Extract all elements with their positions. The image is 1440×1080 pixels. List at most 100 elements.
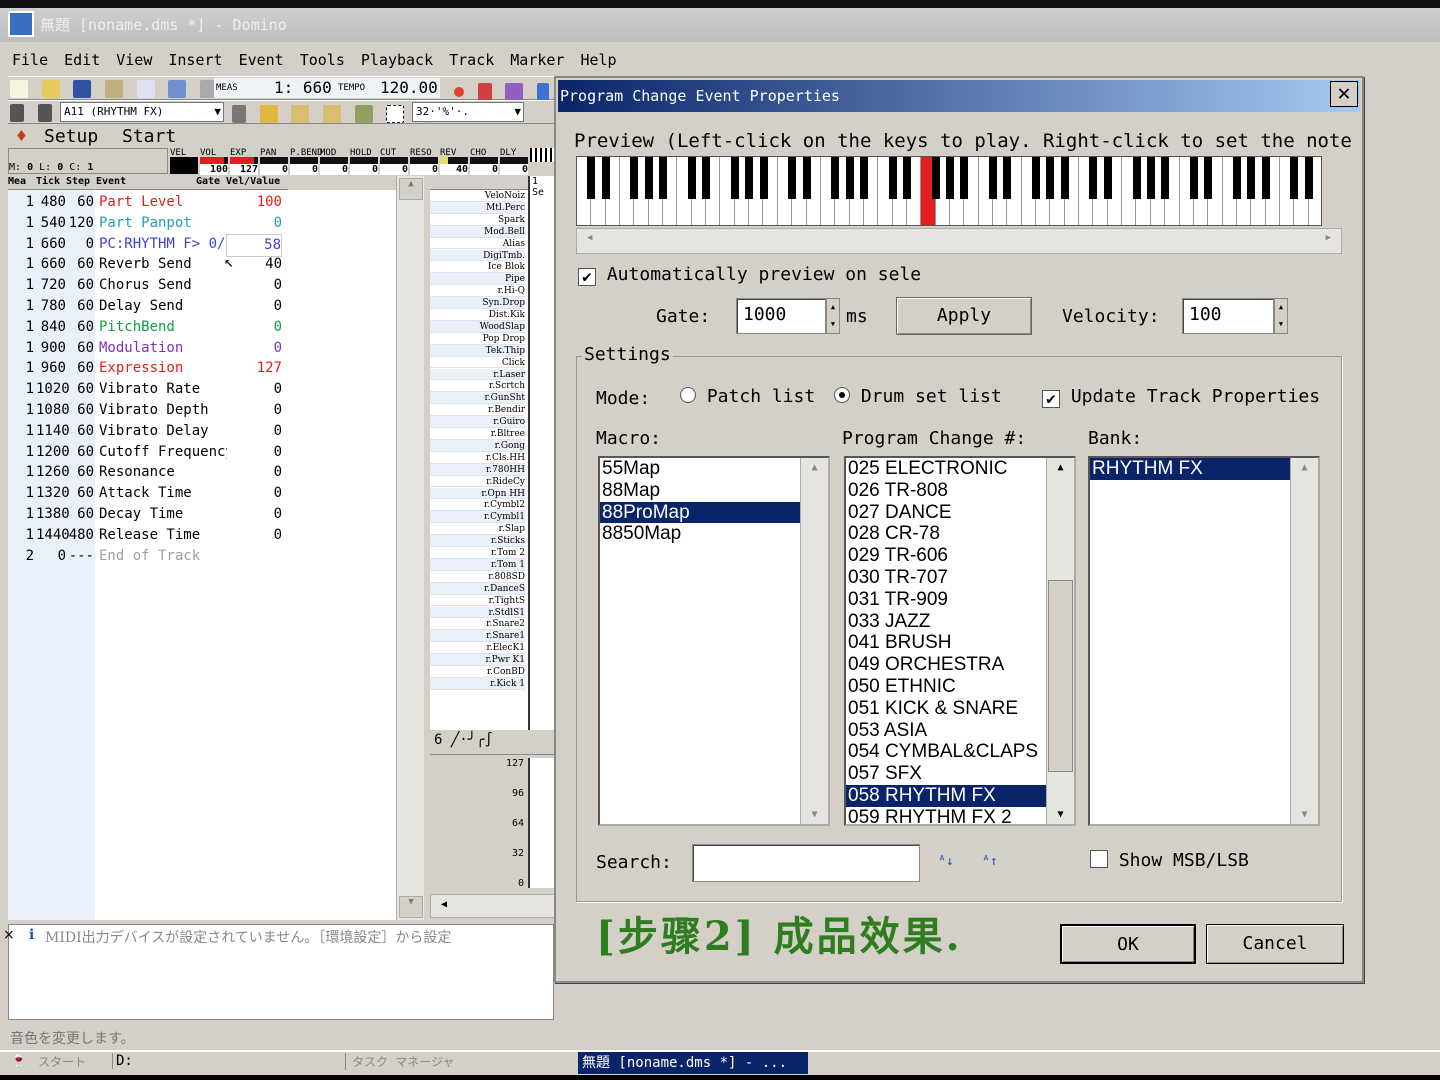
table-row[interactable]: 1 660 60 Reverb Send 40	[8, 254, 396, 275]
tab-start[interactable]: Start	[122, 126, 176, 148]
list-item[interactable]: 057 SFX	[846, 763, 1074, 785]
drum-name[interactable]: r.Guiro	[430, 416, 525, 428]
list-item[interactable]: 033 JAZZ	[846, 611, 1074, 633]
bank-scrollbar[interactable]: ▲ ▼	[1290, 458, 1318, 824]
menu-marker[interactable]: Marker	[510, 51, 564, 69]
drum-name[interactable]: r.TightS	[430, 594, 525, 607]
list-item[interactable]: 8850Map	[600, 523, 828, 545]
search-input[interactable]	[692, 844, 920, 882]
cancel-button[interactable]: Cancel	[1206, 924, 1344, 964]
bank-list[interactable]: RHYTHM FX	[1088, 456, 1320, 826]
drum-name[interactable]: r.Tom 2	[430, 547, 525, 559]
list-item[interactable]: 88ProMap	[600, 501, 828, 524]
radio-drum-set-list[interactable]: Drum set list	[834, 386, 1002, 407]
black-key[interactable]	[759, 157, 768, 199]
black-key[interactable]	[745, 157, 754, 199]
drum-name[interactable]: Click	[430, 356, 525, 369]
ok-button[interactable]: OK	[1060, 924, 1196, 964]
black-key[interactable]	[802, 157, 811, 199]
drum-name[interactable]: r.Bendir	[430, 404, 525, 417]
drum-name[interactable]: r.DanceS	[430, 582, 525, 595]
list-item[interactable]: 049 ORCHESTRA	[846, 654, 1074, 676]
start-button[interactable]: スタート	[38, 1053, 86, 1070]
drum-name[interactable]: r.780HH	[430, 463, 525, 476]
track-properties-icon[interactable]	[232, 105, 246, 123]
drum-name[interactable]: r.Gong	[430, 439, 525, 452]
black-key[interactable]	[1060, 157, 1069, 199]
table-row[interactable]: 2 0 --- End of Track	[8, 546, 396, 567]
black-key[interactable]	[730, 157, 739, 199]
undo-icon[interactable]	[168, 80, 187, 98]
search-next-icon[interactable]: ᴬ↓	[938, 854, 954, 869]
table-row[interactable]: 1 1380 60 Decay Time 0	[8, 504, 396, 525]
drum-name[interactable]: r.GunSht	[430, 392, 525, 405]
scroll-up-button[interactable]: ▲	[399, 178, 423, 200]
black-key[interactable]	[946, 157, 954, 199]
curve-tools-icon[interactable]: 6 ╱·╯╭∫	[434, 732, 493, 748]
keyboard-scrollbar[interactable]: ◀ ▶	[576, 228, 1342, 254]
list-item[interactable]: 051 KICK & SNARE	[846, 698, 1074, 720]
table-row[interactable]: 1 1200 60 Cutoff Frequency 0	[8, 442, 396, 463]
drum-name[interactable]: r.RideCy	[430, 475, 525, 488]
scroll-down-button[interactable]: ▼	[399, 896, 423, 918]
drum-name[interactable]: r.StdlS1	[430, 606, 525, 619]
auto-tool-icon[interactable]	[322, 105, 341, 123]
list-item[interactable]: 029 TR-606	[846, 545, 1074, 567]
drum-name[interactable]: r.Cls.HH	[430, 451, 525, 464]
track-up-icon[interactable]	[37, 104, 52, 122]
search-prev-icon[interactable]: ᴬ↑	[982, 854, 998, 869]
auto-preview-checkbox[interactable]: ✔ Automatically preview on sele	[578, 264, 921, 286]
drum-name[interactable]: Ice Blok	[430, 261, 525, 274]
table-row[interactable]: 1 900 60 Modulation 0	[8, 338, 396, 359]
program-change-list[interactable]: 025 ELECTRONIC 026 TR-808 027 DANCE 028 CR-…	[844, 456, 1076, 826]
column-header-event[interactable]: Event	[96, 176, 126, 187]
drum-name[interactable]: r.Kick 1	[430, 677, 525, 690]
table-row[interactable]: 1 960 60 Expression 127	[8, 358, 396, 379]
list-item[interactable]: 55Map	[600, 458, 828, 480]
loop-icon[interactable]	[536, 83, 549, 101]
table-row[interactable]: 1 1320 60 Attack Time 0	[8, 483, 396, 504]
drum-name[interactable]: r.Laser	[430, 368, 525, 381]
drum-name[interactable]: r.Opn HH	[430, 487, 525, 500]
select-rect-icon[interactable]	[386, 105, 405, 123]
black-key[interactable]	[587, 157, 596, 199]
task-manager-button[interactable]: タスク マネージャ	[345, 1053, 454, 1070]
record-icon[interactable]	[454, 87, 464, 97]
drum-name[interactable]: r.Pwr K1	[430, 654, 525, 666]
menu-track[interactable]: Track	[449, 51, 494, 69]
black-key[interactable]	[1232, 157, 1241, 199]
black-key[interactable]	[1132, 157, 1141, 199]
drum-name[interactable]: r.Scrtch	[430, 380, 525, 393]
table-row[interactable]: 1 1260 60 Resonance 0	[8, 462, 396, 483]
list-item[interactable]: 88Map	[600, 480, 828, 502]
drum-name[interactable]: Tek.Thip	[430, 344, 525, 357]
table-row[interactable]: 1 540 120 Part Panpot 0	[8, 213, 396, 234]
drum-name[interactable]: WoodSlap	[430, 320, 525, 333]
black-key[interactable]	[702, 157, 711, 199]
black-key[interactable]	[1304, 157, 1313, 199]
scroll-thumb[interactable]	[1048, 580, 1073, 772]
menu-tools[interactable]: Tools	[300, 51, 345, 69]
pencil-icon[interactable]	[354, 105, 373, 123]
black-key[interactable]	[687, 157, 696, 199]
list-item[interactable]: 030 TR-707	[846, 567, 1074, 589]
drum-name[interactable]: r.Bltree	[430, 428, 525, 440]
list-item[interactable]: 059 RHYTHM FX 2	[846, 807, 1074, 824]
drum-name[interactable]: DigiTmb.	[430, 249, 525, 262]
black-key[interactable]	[1204, 157, 1213, 199]
drum-name[interactable]: Dist.Kik	[430, 309, 525, 321]
track-down-icon[interactable]	[10, 104, 24, 122]
black-key[interactable]	[630, 157, 639, 199]
taskbar-active-window[interactable]: 無題 [noname.dms *] - ...	[578, 1052, 808, 1074]
drum-name[interactable]: r.Hi-Q	[430, 285, 525, 298]
new-file-icon[interactable]	[10, 80, 28, 98]
drum-name[interactable]: r.Sticks	[430, 535, 525, 547]
table-row[interactable]: 1 720 60 Chorus Send 0	[8, 275, 396, 296]
apply-button[interactable]: Apply	[896, 297, 1032, 335]
list-item[interactable]: 026 TR-808	[846, 480, 1074, 502]
black-key[interactable]	[1103, 157, 1112, 199]
program-change-scrollbar[interactable]: ▲ ▼	[1046, 458, 1074, 824]
black-key[interactable]	[931, 157, 940, 199]
drum-name[interactable]: VeloNoiz	[430, 190, 525, 202]
black-key[interactable]	[1247, 157, 1256, 199]
